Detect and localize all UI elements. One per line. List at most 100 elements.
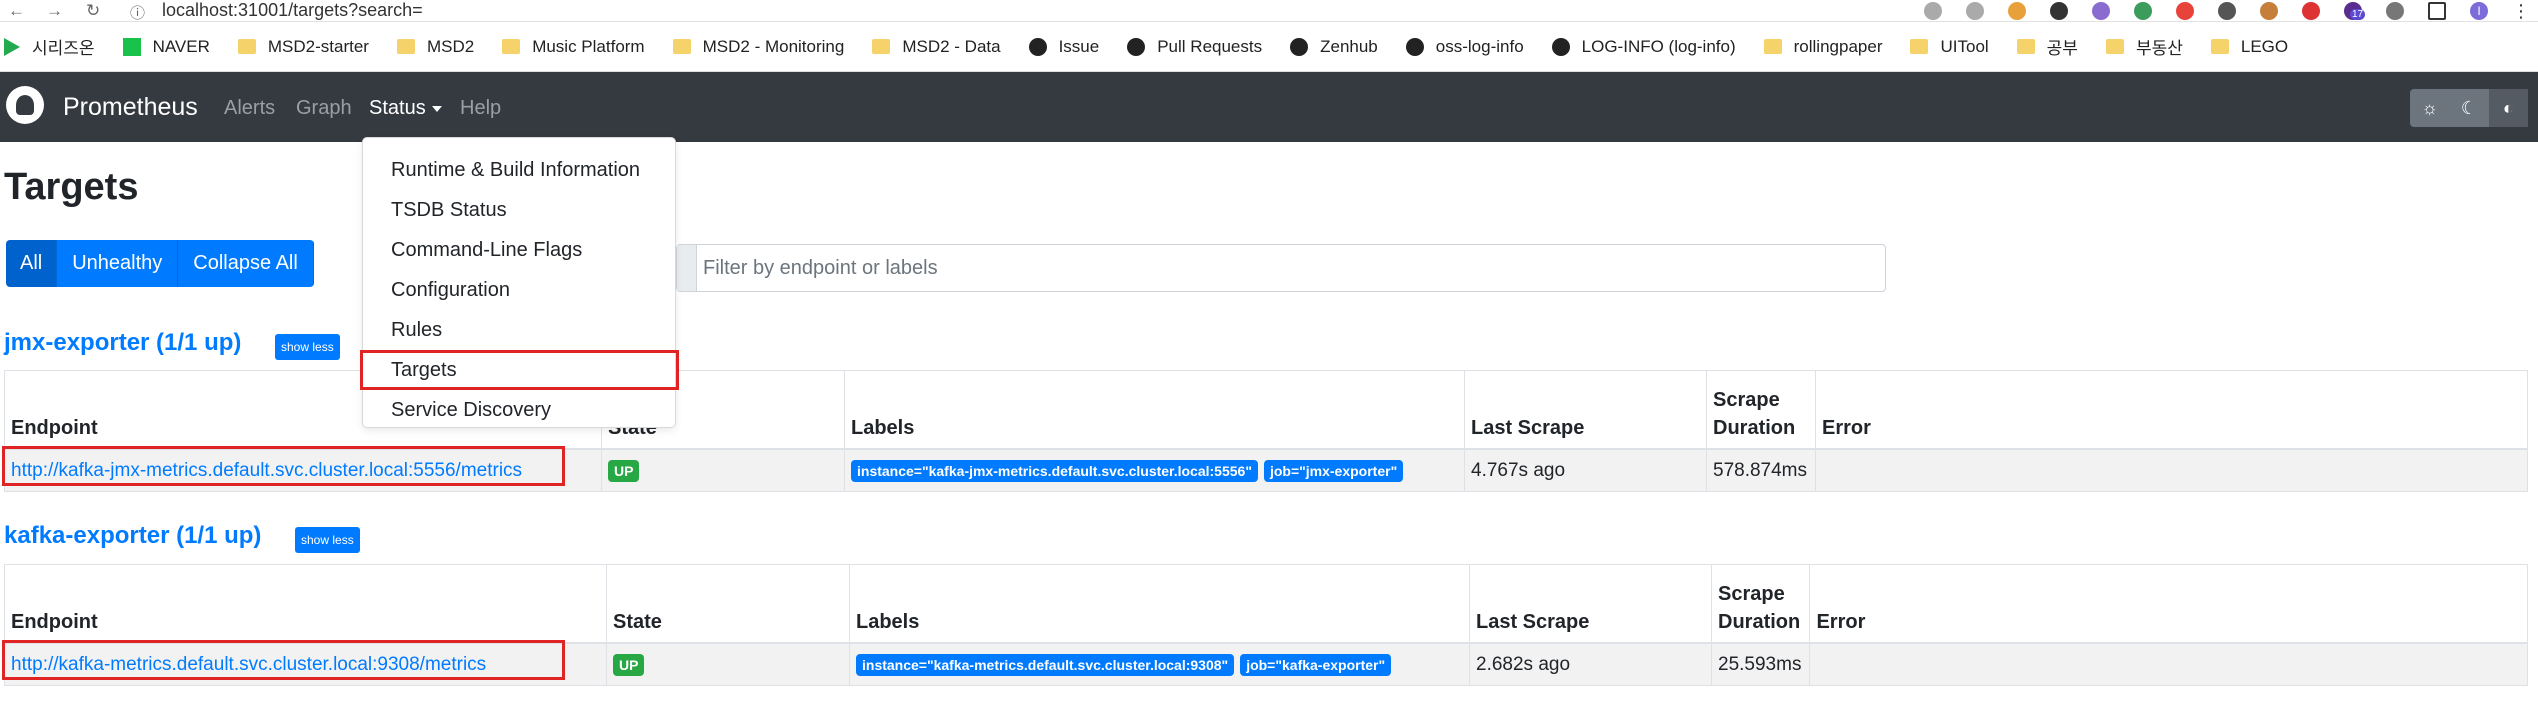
bookmark-label: oss-log-info	[1435, 36, 1524, 56]
github-icon	[1127, 37, 1146, 56]
bookmark-label: MSD2 - Data	[902, 36, 1001, 56]
scrape-duration-value: 25.593ms	[1710, 642, 1811, 686]
extension-badge: 17	[2350, 9, 2366, 20]
github-icon	[1290, 37, 1309, 56]
col-state: State	[606, 564, 850, 644]
error-value	[1815, 448, 2528, 492]
prometheus-logo-icon[interactable]	[6, 86, 44, 124]
bookmark-label: Issue	[1058, 36, 1100, 56]
bookmark-label: LEGO	[2240, 36, 2289, 56]
pool-header-jmx[interactable]: jmx-exporter (1/1 up)	[4, 329, 241, 357]
theme-toggle-group: ☼ ☾ ◐	[2410, 89, 2528, 127]
menu-icon[interactable]: ⋮	[2512, 1, 2530, 22]
brand-link[interactable]: Prometheus	[63, 93, 198, 122]
last-scrape-value: 4.767s ago	[1464, 448, 1707, 492]
bookmark-item[interactable]: Issue	[1028, 36, 1100, 57]
status-menu-item[interactable]: Rules	[363, 310, 675, 350]
filter-all-button[interactable]: All	[6, 240, 58, 287]
error-value	[1809, 642, 2528, 686]
bookmark-item[interactable]: LOG-INFO (log-info)	[1551, 36, 1736, 57]
show-less-button[interactable]: show less	[275, 334, 340, 360]
back-icon[interactable]: ←	[8, 1, 25, 21]
extension-icon[interactable]	[2008, 2, 2026, 20]
bookmark-item[interactable]: NAVER	[122, 36, 210, 57]
bookmark-item[interactable]: MSD2	[396, 37, 474, 57]
bookmark-item[interactable]: LEGO	[2210, 36, 2289, 57]
status-menu-item[interactable]: Runtime & Build Information	[363, 150, 675, 190]
search-input[interactable]	[703, 245, 1873, 291]
status-menu-item[interactable]: Targets	[360, 350, 679, 390]
light-theme-icon[interactable]: ☼	[2410, 89, 2449, 127]
endpoint-highlight-box	[2, 446, 565, 486]
col-last-scrape: Last Scrape	[1469, 564, 1712, 644]
extension-icon[interactable]	[2176, 2, 2194, 20]
folder-icon	[396, 39, 415, 54]
github-icon	[1551, 37, 1570, 56]
bookmark-item[interactable]: Music Platform	[502, 36, 645, 57]
nav-alerts[interactable]: Alerts	[224, 97, 275, 120]
forward-icon[interactable]: →	[46, 1, 63, 21]
bookmark-item[interactable]: MSD2 - Data	[872, 36, 1001, 57]
dark-theme-icon[interactable]: ☾	[2449, 89, 2488, 127]
extension-badge-icon[interactable]: 17	[2344, 2, 2366, 20]
folder-icon	[672, 39, 691, 54]
pool-header-kafka[interactable]: kafka-exporter (1/1 up)	[4, 522, 261, 550]
status-menu-item[interactable]: Service Discovery	[363, 390, 675, 430]
site-info-icon[interactable]: ⓘ	[130, 2, 145, 23]
filter-unhealthy-button[interactable]: Unhealthy	[57, 240, 179, 287]
label-badge: instance="kafka-jmx-metrics.default.svc.…	[851, 460, 1258, 483]
bookmark-item[interactable]: 시리즈온	[4, 34, 95, 59]
auto-theme-icon[interactable]: ◐	[2488, 89, 2528, 127]
nav-status-label: Status	[369, 97, 426, 119]
bookmark-item[interactable]: Pull Requests	[1127, 37, 1262, 57]
col-error: Error	[1815, 370, 2528, 450]
extension-icon[interactable]	[2050, 2, 2068, 20]
bookmark-label: NAVER	[152, 36, 210, 56]
search-box	[676, 244, 1886, 292]
show-less-button[interactable]: show less	[295, 527, 360, 553]
bookmark-star-icon[interactable]	[1966, 2, 1984, 20]
nav-status[interactable]: Status	[369, 97, 442, 120]
extension-icon[interactable]	[2092, 2, 2110, 20]
state-badge: UP	[613, 654, 645, 677]
puzzle-icon[interactable]	[2386, 2, 2404, 20]
bookmark-item[interactable]: MSD2 - Monitoring	[672, 37, 844, 57]
status-dropdown-menu: Runtime & Build Information TSDB Status Co…	[360, 137, 679, 430]
bookmark-item[interactable]: UITool	[1910, 37, 1989, 57]
col-error: Error	[1809, 564, 2528, 644]
folder-icon	[237, 39, 256, 54]
bookmark-label: LOG-INFO (log-info)	[1581, 36, 1736, 56]
extension-icon[interactable]	[2260, 2, 2278, 20]
nav-graph[interactable]: Graph	[296, 97, 352, 120]
extension-icon[interactable]	[2302, 2, 2320, 20]
sidepanel-icon[interactable]	[2428, 2, 2446, 20]
profile-avatar[interactable]: I	[2470, 2, 2488, 20]
bookmark-item[interactable]: Zenhub	[1290, 37, 1378, 57]
status-menu-item[interactable]: TSDB Status	[363, 190, 675, 230]
col-labels: Labels	[849, 564, 1470, 644]
share-icon[interactable]	[1924, 2, 1942, 20]
status-menu-item[interactable]: Command-Line Flags	[363, 230, 675, 270]
endpoint-highlight-box	[2, 640, 565, 680]
reload-icon[interactable]: ↻	[86, 1, 100, 21]
github-icon	[1028, 37, 1047, 56]
collapse-all-button[interactable]: Collapse All	[178, 240, 314, 287]
bookmark-item[interactable]: MSD2-starter	[237, 37, 369, 57]
extension-icon[interactable]	[2218, 2, 2236, 20]
bookmark-label: rollingpaper	[1793, 36, 1883, 56]
bookmark-item[interactable]: rollingpaper	[1763, 36, 1883, 57]
status-menu-item[interactable]: Configuration	[363, 270, 675, 310]
nav-help[interactable]: Help	[460, 97, 501, 120]
address-bar[interactable]: localhost:31001/targets?search=	[162, 0, 423, 21]
state-badge: UP	[608, 460, 640, 483]
bookmark-label: Music Platform	[532, 36, 645, 56]
naver-icon	[122, 37, 141, 56]
bookmark-item[interactable]: 공부	[2016, 34, 2078, 59]
col-labels: Labels	[844, 370, 1465, 450]
bookmark-item[interactable]: 부동산	[2105, 34, 2183, 59]
bookmark-item[interactable]: oss-log-info	[1405, 36, 1524, 57]
extension-icon[interactable]	[2134, 2, 2152, 20]
filter-button-group: All Unhealthy Collapse All	[6, 240, 314, 287]
col-scrape-duration: Scrape Duration	[1710, 564, 1811, 644]
search-icon	[677, 245, 697, 291]
